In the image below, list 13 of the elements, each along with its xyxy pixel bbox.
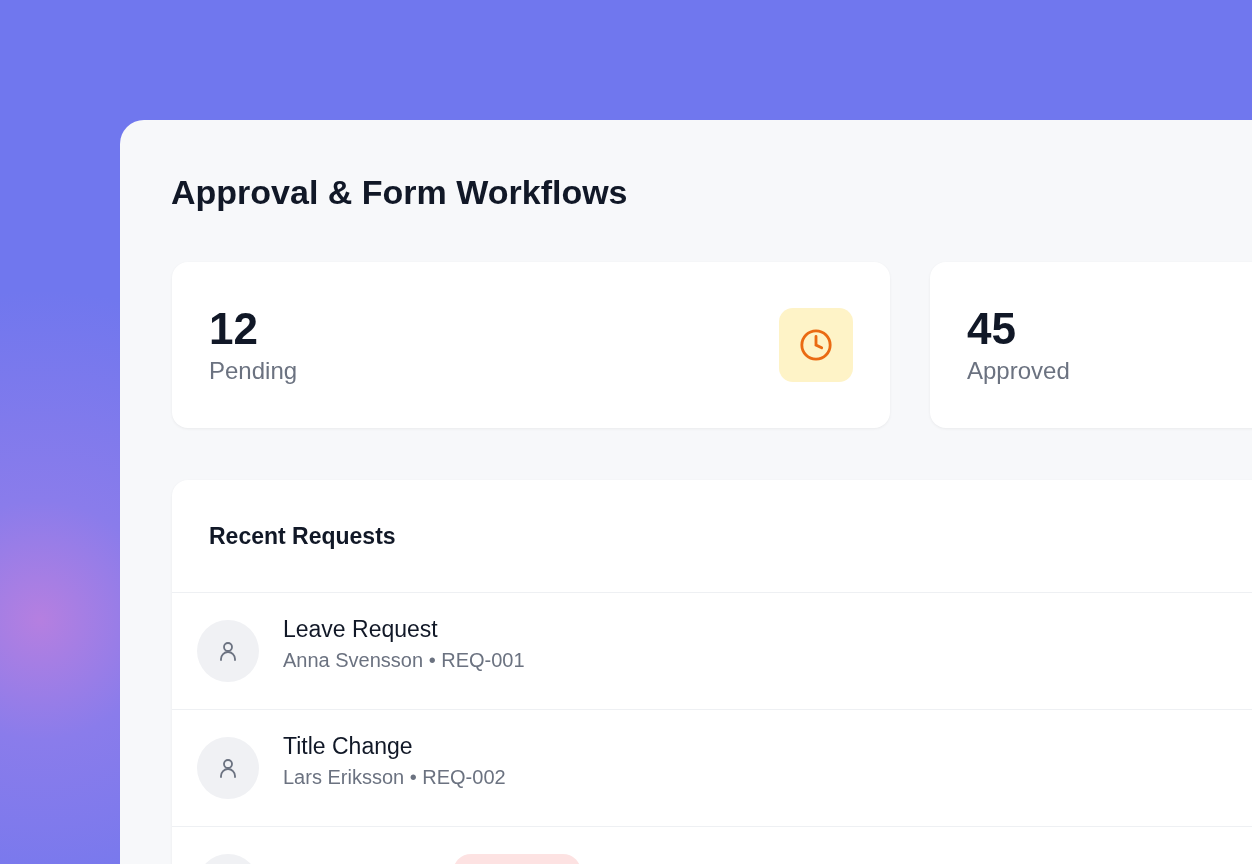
- request-row[interactable]: Leave Request Anna Svensson • REQ-001: [172, 593, 1252, 711]
- request-title: Leave Request: [283, 616, 439, 644]
- stat-value: 45: [967, 305, 1017, 354]
- stat-label: Approved: [967, 357, 1070, 386]
- request-meta: Anna Svensson • REQ-001: [283, 649, 525, 673]
- stat-value: 12: [209, 305, 259, 354]
- page-title: Approval & Form Workflows: [171, 172, 629, 213]
- request-meta: Lars Eriksson • REQ-002: [283, 766, 506, 790]
- request-title: Title Change: [283, 733, 414, 761]
- panel-title: Recent Requests: [209, 522, 396, 550]
- stat-label: Pending: [209, 357, 298, 386]
- clock-icon: [779, 308, 853, 383]
- request-row[interactable]: Title Change Lars Eriksson • REQ-002: [172, 710, 1252, 828]
